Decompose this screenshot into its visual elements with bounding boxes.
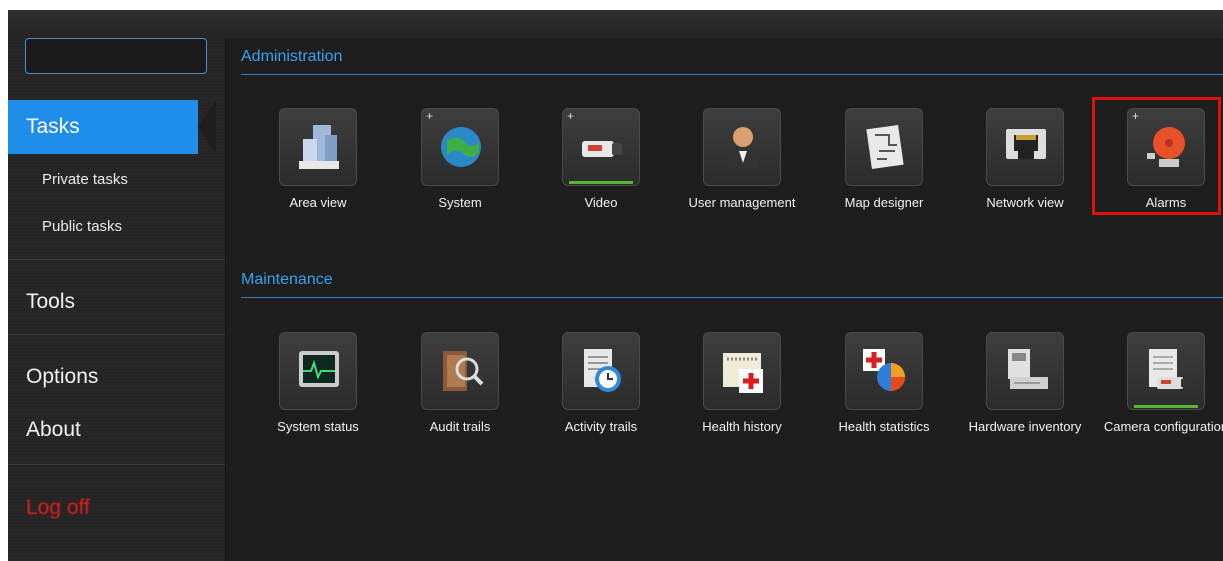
tile-map-designer[interactable]: Map designer xyxy=(824,108,944,218)
camera-icon: + xyxy=(562,108,640,186)
tile-network-view[interactable]: Network view xyxy=(965,108,1085,218)
section-title-maintenance: Maintenance xyxy=(241,271,333,288)
sidebar-item-public-tasks[interactable]: Public tasks xyxy=(8,215,225,239)
tile-area-view[interactable]: Area view xyxy=(258,108,378,218)
tile-label: Map designer xyxy=(844,195,924,210)
tile-system-status[interactable]: System status xyxy=(258,332,378,442)
app-window: Tasks Private tasks Public tasks Tools O… xyxy=(8,10,1223,561)
book-magnifier-icon xyxy=(421,332,499,410)
tile-label: Activity trails xyxy=(564,419,638,434)
tile-activity-trails[interactable]: Activity trails xyxy=(541,332,661,442)
tile-label: System status xyxy=(277,419,359,434)
divider xyxy=(8,334,225,335)
sidebar-item-logoff[interactable]: Log off xyxy=(8,488,225,528)
tile-video[interactable]: + Video xyxy=(541,108,661,218)
tile-label: Audit trails xyxy=(429,419,491,434)
tile-label: User management xyxy=(688,195,796,210)
hardware-icon xyxy=(986,332,1064,410)
network-port-icon xyxy=(986,108,1064,186)
tile-label: System xyxy=(438,195,482,210)
camera-config-icon xyxy=(1127,332,1205,410)
sidebar-item-options[interactable]: Options xyxy=(8,357,225,397)
tile-label: Health statistics xyxy=(838,419,930,434)
monitor-icon xyxy=(279,332,357,410)
section-divider xyxy=(241,297,1223,298)
sidebar-item-tools[interactable]: Tools xyxy=(8,282,225,322)
tile-health-history[interactable]: Health history xyxy=(682,332,802,442)
divider xyxy=(8,464,225,465)
pie-chart-cross-icon xyxy=(845,332,923,410)
buildings-icon xyxy=(279,108,357,186)
search-input[interactable] xyxy=(25,38,207,74)
tile-hardware-inventory[interactable]: Hardware inventory xyxy=(965,332,1085,442)
tile-audit-trails[interactable]: Audit trails xyxy=(400,332,520,442)
tile-health-statistics[interactable]: Health statistics xyxy=(824,332,944,442)
tile-label: Network view xyxy=(986,195,1064,210)
tile-camera-configuration[interactable]: Camera configuration xyxy=(1104,332,1223,442)
section-divider xyxy=(241,74,1223,75)
calendar-cross-icon xyxy=(703,332,781,410)
section-title-administration: Administration xyxy=(241,48,343,65)
tile-label: Camera configuration xyxy=(1103,419,1223,434)
globe-icon: + xyxy=(421,108,499,186)
sidebar: Tasks Private tasks Public tasks Tools O… xyxy=(8,38,226,561)
sidebar-item-tasks[interactable]: Tasks xyxy=(8,100,216,154)
sidebar-item-about[interactable]: About xyxy=(8,410,225,450)
tile-system[interactable]: + System xyxy=(400,108,520,218)
tile-user-management[interactable]: User management xyxy=(682,108,802,218)
map-icon xyxy=(845,108,923,186)
tile-label: Hardware inventory xyxy=(968,419,1082,434)
highlight-box xyxy=(1092,97,1221,215)
top-bar xyxy=(8,10,1223,38)
document-clock-icon xyxy=(562,332,640,410)
tile-label: Video xyxy=(584,195,618,210)
user-icon xyxy=(703,108,781,186)
sidebar-item-private-tasks[interactable]: Private tasks xyxy=(8,168,225,192)
tile-label: Area view xyxy=(289,195,347,210)
divider xyxy=(8,259,225,260)
tile-label: Health history xyxy=(702,419,782,434)
